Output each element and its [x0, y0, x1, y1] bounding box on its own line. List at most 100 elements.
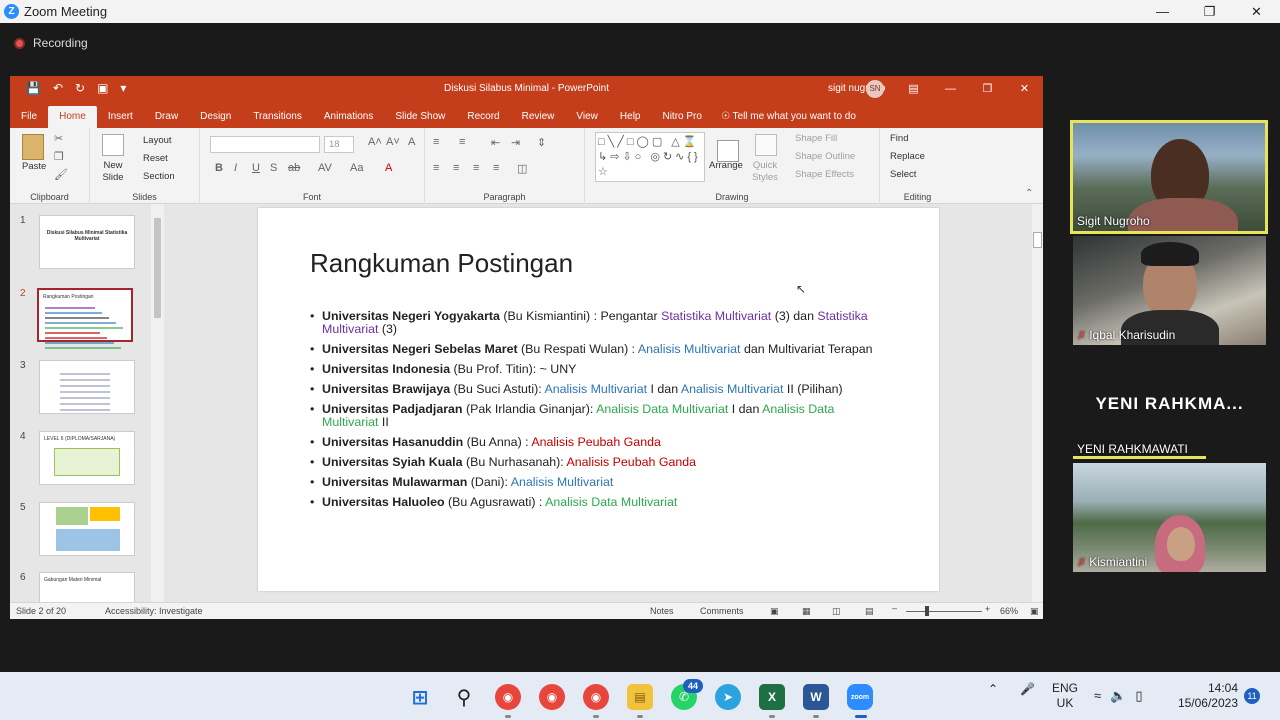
paste-button[interactable]: Paste — [22, 161, 46, 172]
numbering-icon[interactable]: ≡ — [459, 136, 465, 148]
file-explorer-icon[interactable]: ▤ — [627, 684, 653, 710]
word-icon[interactable]: W — [803, 684, 829, 710]
justify-icon[interactable]: ≡ — [493, 162, 499, 174]
clear-format-icon[interactable]: A — [408, 136, 415, 148]
shadow-icon[interactable]: S — [270, 162, 277, 174]
current-slide[interactable]: Rangkuman Postingan Universitas Negeri Y… — [258, 208, 939, 591]
microphone-icon[interactable]: 🎤 — [1020, 682, 1035, 696]
zoom-app-icon[interactable]: zoom — [847, 684, 873, 710]
zoom-slider-thumb[interactable] — [925, 606, 929, 616]
slide-sorter-icon[interactable]: ▦ — [802, 606, 811, 617]
shrink-font-icon[interactable]: A˅ — [386, 136, 400, 148]
zoom-slider[interactable] — [906, 611, 982, 612]
tab-insert[interactable]: Insert — [97, 106, 144, 128]
tab-record[interactable]: Record — [456, 106, 510, 128]
find-button[interactable]: Find — [890, 133, 908, 144]
wifi-icon[interactable]: ≈ — [1094, 688, 1101, 704]
paste-icon[interactable] — [22, 134, 44, 160]
char-spacing-icon[interactable]: AV — [318, 162, 332, 174]
font-name-box[interactable] — [210, 136, 320, 153]
bold-icon[interactable]: B — [215, 162, 223, 174]
tab-view[interactable]: View — [565, 106, 609, 128]
recording-indicator[interactable]: Recording — [14, 36, 88, 50]
decrease-indent-icon[interactable]: ⇤ — [491, 136, 500, 149]
new-slide-icon[interactable] — [102, 134, 124, 156]
normal-view-icon[interactable]: ▣ — [770, 606, 779, 617]
shape-fill-button[interactable]: Shape Fill — [795, 133, 837, 144]
shape-effects-button[interactable]: Shape Effects — [795, 169, 854, 180]
arrange-button[interactable]: Arrange — [709, 160, 743, 171]
slide-thumbnail[interactable]: Rangkuman Postingan — [37, 288, 133, 349]
align-left-icon[interactable]: ≡ — [433, 162, 439, 174]
shapes-gallery[interactable]: □╲╱□◯▢ △⌛↳⇨⇩○ ◎↻∿{}☆ — [595, 132, 705, 182]
tab-help[interactable]: Help — [609, 106, 652, 128]
excel-icon[interactable]: X — [759, 684, 785, 710]
ppt-minimize-icon[interactable]: — — [932, 76, 969, 102]
chrome-profile-icon[interactable]: ◉ — [539, 684, 565, 710]
zoom-out-icon[interactable]: – — [892, 603, 897, 613]
slide-thumbnail[interactable]: LEVEL 6 (DIPLOMA/SARJANA) — [39, 431, 135, 485]
tab-slide-show[interactable]: Slide Show — [384, 106, 456, 128]
slide-title[interactable]: Rangkuman Postingan — [310, 248, 573, 279]
reset-button[interactable]: Reset — [143, 153, 168, 164]
minimize-icon[interactable]: — — [1139, 0, 1186, 23]
close-icon[interactable]: ✕ — [1233, 0, 1280, 23]
thumbnail-scrollbar[interactable] — [151, 204, 164, 602]
chrome-icon[interactable]: ◉ — [495, 684, 521, 710]
telegram-icon[interactable]: ➤ — [715, 684, 741, 710]
volume-icon[interactable]: 🔈 — [1110, 688, 1126, 704]
slide-thumbnail[interactable] — [39, 502, 135, 556]
fit-slide-icon[interactable]: ▣ — [1030, 606, 1039, 617]
replace-button[interactable]: Replace — [890, 151, 925, 162]
show-hidden-icons[interactable]: ⌃ — [988, 682, 998, 696]
columns-icon[interactable]: ◫ — [517, 162, 527, 175]
section-button[interactable]: Section — [143, 171, 175, 182]
grow-font-icon[interactable]: A˄ — [368, 136, 382, 148]
slide-thumbnail[interactable] — [39, 360, 135, 414]
strikethrough-icon[interactable]: ab — [288, 162, 300, 174]
shape-outline-button[interactable]: Shape Outline — [795, 151, 855, 162]
zoom-level[interactable]: 66% — [1000, 606, 1018, 616]
tab-nitro-pro[interactable]: Nitro Pro — [651, 106, 712, 128]
format-painter-icon[interactable]: 🖌 — [54, 168, 68, 181]
tab-design[interactable]: Design — [189, 106, 242, 128]
ppt-restore-icon[interactable]: ❐ — [969, 76, 1006, 102]
align-center-icon[interactable]: ≡ — [453, 162, 459, 174]
cut-icon[interactable]: ✂ — [54, 132, 63, 145]
notes-button[interactable]: Notes — [650, 606, 674, 616]
ribbon-display-icon[interactable]: ▤ — [895, 76, 932, 102]
arrange-icon[interactable] — [717, 140, 739, 162]
tab-file[interactable]: File — [10, 106, 48, 128]
language-indicator[interactable]: ENG UK — [1052, 681, 1078, 711]
layout-button[interactable]: Layout — [143, 135, 172, 146]
participant-tile-iqbal[interactable]: ✗ Iqbal Kharisudin — [1073, 236, 1266, 345]
slide-thumbnail[interactable]: Diskusi Silabus Minimal Statistika Multi… — [39, 215, 135, 269]
increase-indent-icon[interactable]: ⇥ — [511, 136, 520, 149]
comments-button[interactable]: Comments — [700, 606, 744, 616]
underline-icon[interactable]: U — [252, 162, 260, 174]
align-right-icon[interactable]: ≡ — [473, 162, 479, 174]
quick-styles-button[interactable]: Quick Styles — [749, 160, 781, 184]
tab-home[interactable]: Home — [48, 106, 97, 128]
slideshow-icon[interactable]: ▤ — [865, 606, 874, 617]
ppt-close-icon[interactable]: ✕ — [1006, 76, 1043, 102]
accessibility-status[interactable]: Accessibility: Investigate — [105, 606, 203, 616]
battery-icon[interactable]: ▯ — [1135, 688, 1142, 704]
new-slide-button[interactable]: New Slide — [95, 160, 131, 184]
tab-review[interactable]: Review — [511, 106, 566, 128]
bullets-icon[interactable]: ≡ — [433, 136, 439, 148]
slide-scrollbar[interactable] — [1032, 204, 1043, 602]
slide-bullet-list[interactable]: Universitas Negeri Yogyakarta (Bu Kismia… — [310, 310, 890, 516]
select-button[interactable]: Select — [890, 169, 916, 180]
clock[interactable]: 14:04 15/06/2023 — [1176, 681, 1238, 711]
tab-draw[interactable]: Draw — [144, 106, 189, 128]
user-avatar[interactable]: SN — [866, 80, 884, 98]
tab-animations[interactable]: Animations — [313, 106, 384, 128]
italic-icon[interactable]: I — [234, 162, 237, 174]
reading-view-icon[interactable]: ◫ — [832, 606, 841, 617]
line-spacing-icon[interactable]: ⇕ — [537, 136, 546, 149]
copy-icon[interactable]: ❐ — [54, 150, 64, 163]
slide-thumbnail[interactable]: Gabungan Materi Minimal — [39, 572, 135, 602]
notification-badge[interactable]: 11 — [1244, 688, 1260, 704]
tab-transitions[interactable]: Transitions — [242, 106, 313, 128]
